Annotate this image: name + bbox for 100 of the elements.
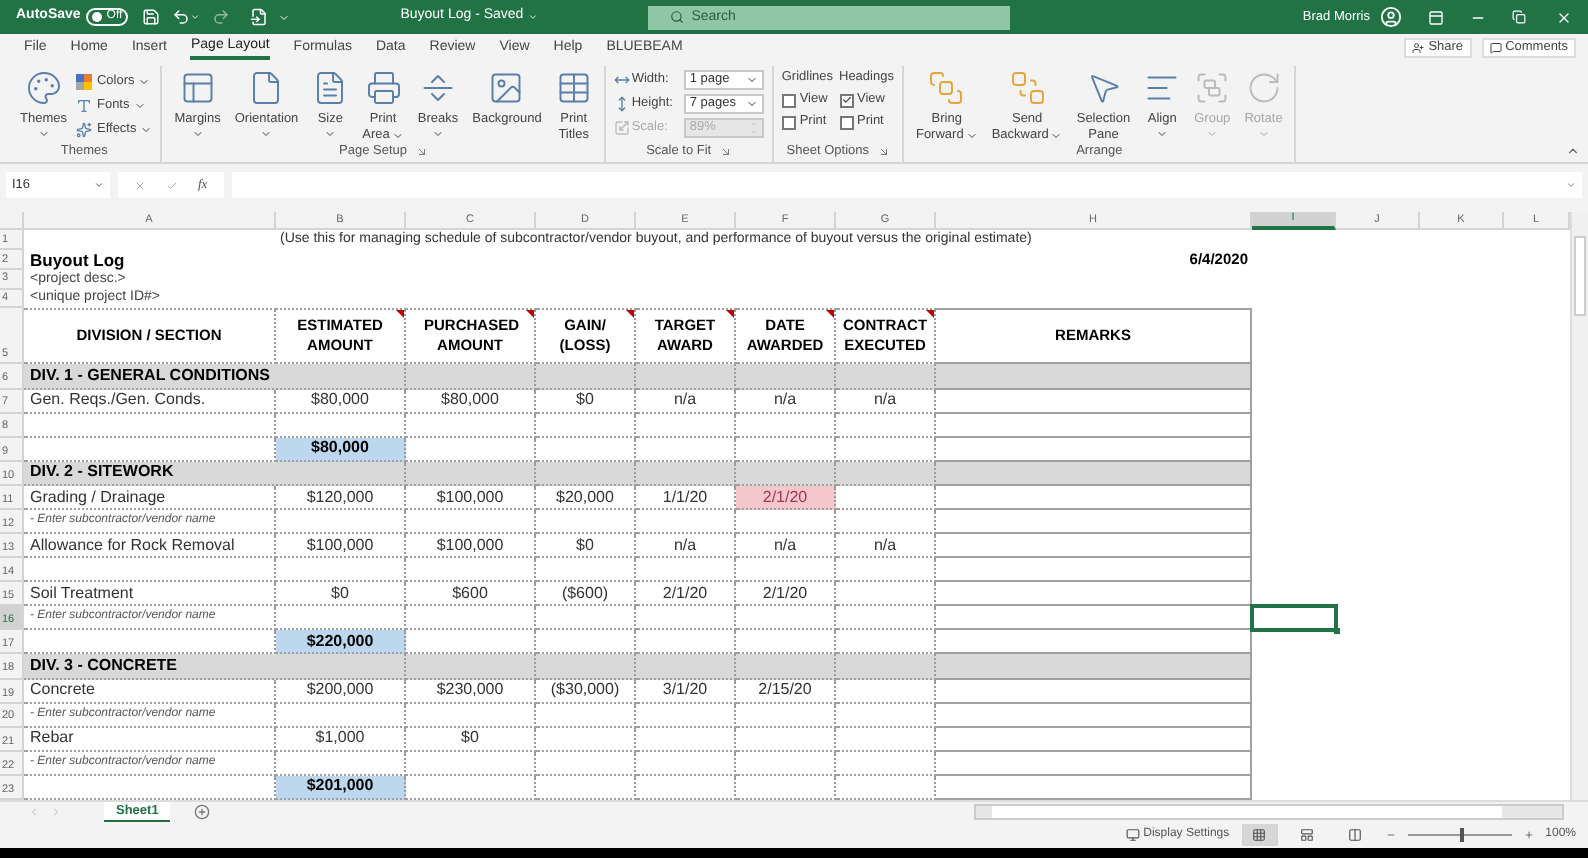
table-cell [406, 364, 536, 390]
caret-icon [324, 128, 337, 140]
table-cell [276, 510, 406, 535]
table-cell: 2/1/20 [636, 582, 736, 607]
table-cell [536, 461, 636, 486]
table-cell [836, 582, 936, 607]
table-cell [836, 413, 936, 438]
close-icon[interactable] [1556, 9, 1572, 25]
table-cell: $0 [406, 727, 536, 752]
table-cell [636, 510, 736, 535]
cancel-icon[interactable] [134, 179, 146, 191]
selected-cell[interactable] [1252, 606, 1336, 631]
rotate-icon [1245, 70, 1282, 106]
table-cell: Soil Treatment [24, 582, 276, 607]
table-cell [636, 654, 736, 680]
caret-icon [1050, 130, 1063, 142]
caret-icon[interactable] [190, 12, 201, 22]
table-cell [536, 558, 636, 583]
table-cell: $100,000 [276, 534, 406, 559]
customize-icon[interactable] [278, 11, 291, 23]
total-cell: $201,000 [276, 775, 406, 801]
table-cell [406, 558, 536, 583]
table-cell: $600 [406, 582, 536, 607]
grid-icon [1252, 828, 1267, 842]
zoom-in-icon[interactable] [1523, 830, 1534, 840]
comment-icon [1489, 42, 1502, 54]
table-cell [636, 727, 736, 752]
comment-indicator-icon [926, 310, 934, 318]
table-cell: n/a [736, 534, 836, 559]
expand-icon[interactable] [1566, 180, 1576, 190]
table-cell [736, 606, 836, 631]
vertical-scrollbar[interactable] [1570, 212, 1588, 800]
table-cell [536, 727, 636, 752]
table-cell [836, 679, 936, 704]
fill-handle-icon[interactable] [1334, 628, 1340, 635]
table-cell [536, 751, 636, 776]
dialog-launcher-icon[interactable] [877, 146, 889, 158]
table-cell [536, 364, 636, 390]
send-backward-icon [1009, 70, 1046, 106]
table-cell [406, 510, 536, 535]
comment-indicator-icon [726, 310, 734, 318]
horizontal-scrollbar[interactable] [974, 804, 1564, 820]
save-icon[interactable] [142, 8, 161, 26]
table-cell [836, 461, 936, 486]
table-cell: $80,000 [406, 389, 536, 414]
search-icon [669, 10, 684, 24]
display-options-icon[interactable] [1428, 9, 1444, 25]
document-icon[interactable] [250, 8, 269, 26]
table-cell [736, 364, 836, 390]
table-cell [736, 727, 836, 752]
table-cell [636, 461, 736, 486]
table-cell: n/a [736, 389, 836, 414]
table-cell: 2/1/20 [736, 485, 836, 511]
avatar-icon[interactable] [1380, 6, 1402, 28]
table-cell [636, 606, 736, 631]
table-cell [836, 703, 936, 728]
view-button[interactable] [1241, 824, 1278, 846]
table-cell: Grading / Drainage [24, 485, 276, 511]
add-sheet-icon[interactable] [194, 804, 211, 820]
caret-icon [1257, 128, 1270, 140]
table-cell [736, 558, 836, 583]
width-icon [613, 71, 630, 87]
sparkle-icon [76, 121, 93, 137]
table-cell [836, 558, 936, 583]
page-break-icon [420, 70, 457, 106]
undo-icon[interactable] [172, 8, 191, 26]
table-cell: Rebar [24, 727, 276, 752]
table-cell: $80,000 [276, 389, 406, 414]
table-cell: $120,000 [276, 485, 406, 511]
table-cell [736, 510, 836, 535]
check-icon[interactable] [166, 179, 178, 191]
table-cell: $100,000 [406, 534, 536, 559]
dialog-launcher-icon[interactable] [719, 146, 732, 158]
table-cell: $200,000 [276, 679, 406, 704]
section-heading: DIV. 2 - SITEWORK [24, 461, 406, 486]
table-cell [736, 703, 836, 728]
caret-icon [1156, 128, 1169, 140]
table-cell [536, 413, 636, 438]
caret-icon [191, 128, 204, 140]
table-cell [406, 751, 536, 776]
text-icon [76, 97, 93, 113]
zoom-slider-thumb[interactable] [1459, 828, 1464, 842]
table-cell: $0 [536, 534, 636, 559]
table-cell [636, 413, 736, 438]
collapse-ribbon-icon[interactable] [1566, 144, 1580, 158]
restore-icon[interactable] [1512, 10, 1526, 24]
table-cell [406, 654, 536, 680]
caret-icon [527, 12, 538, 22]
table-cell [406, 703, 536, 728]
table-cell: Allowance for Rock Removal [24, 534, 276, 559]
table-cell: n/a [836, 389, 936, 414]
table-cell [636, 364, 736, 390]
table-cell [276, 703, 406, 728]
palette-icon [25, 70, 62, 106]
formula-field[interactable] [231, 172, 1582, 198]
table-cell [836, 606, 936, 631]
table-cell [276, 558, 406, 583]
caret-icon [391, 130, 404, 142]
dialog-launcher-icon[interactable] [415, 146, 428, 158]
page-icon [248, 70, 285, 106]
